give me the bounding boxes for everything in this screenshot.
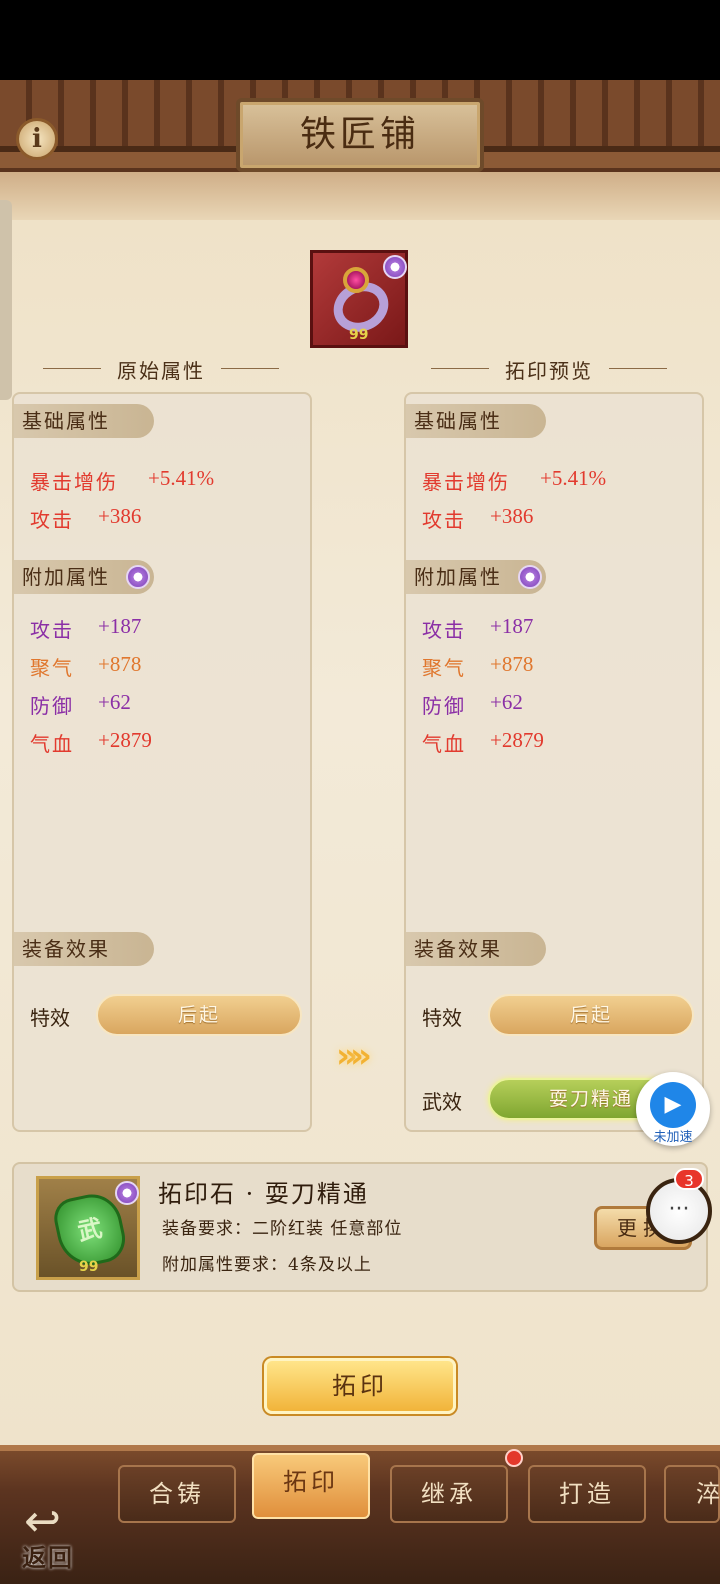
- title-plaque: 铁匠铺: [236, 98, 484, 172]
- effect-pill[interactable]: 后起: [488, 994, 694, 1036]
- stat-row: 暴击增伤 +5.41%: [30, 466, 215, 494]
- speed-float-widget[interactable]: ▶ 未加速: [636, 1072, 710, 1146]
- effect-label: 特效: [422, 1006, 462, 1030]
- chat-badge: 3: [674, 1168, 704, 1190]
- notification-dot: [505, 1449, 523, 1467]
- effect-label: 特效: [30, 1006, 70, 1030]
- equipment-item-icon[interactable]: 99: [310, 250, 408, 348]
- stat-row: 防御 +62: [30, 690, 131, 718]
- purple-diamond-icon: [126, 565, 150, 589]
- stat-row: 聚气 +878: [30, 652, 142, 680]
- bottom-tab-bar: 合铸 拓印 继承 打造 淬: [0, 1445, 720, 1584]
- tab-jicheng[interactable]: 继承: [390, 1465, 508, 1523]
- base-attributes-tag: 基础属性: [406, 404, 546, 438]
- equip-requirement: 装备要求：二阶红装 任意部位: [162, 1219, 403, 1239]
- transfer-arrows-icon: »»: [336, 1036, 372, 1076]
- item-level: 99: [349, 327, 369, 343]
- stat-row: 攻击 +187: [30, 614, 142, 642]
- purple-diamond-icon: [115, 1181, 139, 1205]
- tab-dazao[interactable]: 打造: [528, 1465, 646, 1523]
- status-bar: [0, 0, 720, 80]
- base-attributes-tag: 基础属性: [14, 404, 154, 438]
- stat-row: 气血 +2879: [30, 728, 152, 756]
- page-title: 铁匠铺: [299, 114, 420, 155]
- side-handle[interactable]: [0, 200, 12, 400]
- extra-requirement: 附加属性要求：4条及以上: [162, 1255, 372, 1275]
- stat-row: 攻击 +187: [422, 614, 534, 642]
- tab-tuoyin[interactable]: 拓印: [252, 1453, 370, 1519]
- preview-title: 拓印预览: [431, 355, 667, 384]
- imprint-stone-icon[interactable]: 武 99: [36, 1176, 140, 1280]
- equipment-effect-tag: 装备效果: [14, 932, 154, 966]
- stat-row: 聚气 +878: [422, 652, 534, 680]
- float-widget-label: 未加速: [653, 1130, 693, 1145]
- preview-panel: 基础属性 暴击增伤 +5.41% 攻击 +386 附加属性 攻击 +187 聚气 +87…: [404, 392, 704, 1132]
- gem-icon: [343, 267, 369, 293]
- stone-name: 拓印石 · 耍刀精通: [158, 1180, 369, 1208]
- header: i 铁匠铺: [0, 80, 720, 220]
- stat-row: 气血 +2879: [422, 728, 544, 756]
- stat-row: 攻击 +386: [30, 504, 142, 532]
- stone-level: 99: [79, 1259, 99, 1275]
- tab-cui[interactable]: 淬: [664, 1465, 720, 1523]
- info-icon[interactable]: i: [16, 118, 58, 160]
- play-icon: ▶: [650, 1082, 696, 1128]
- original-attributes-title: 原始属性: [43, 355, 279, 384]
- back-button[interactable]: ↩ 返回: [14, 1496, 94, 1572]
- imprint-stone-box: 武 99 拓印石 · 耍刀精通 装备要求：二阶红装 任意部位 附加属性要求：4条…: [12, 1162, 708, 1292]
- effect-pill[interactable]: 后起: [96, 994, 302, 1036]
- stat-row: 防御 +62: [422, 690, 523, 718]
- tab-hezhu[interactable]: 合铸: [118, 1465, 236, 1523]
- equipment-effect-tag: 装备效果: [406, 932, 546, 966]
- purple-diamond-icon: [383, 255, 407, 279]
- imprint-button[interactable]: 拓印: [264, 1358, 456, 1414]
- purple-diamond-icon: [518, 565, 542, 589]
- stat-row: 攻击 +386: [422, 504, 534, 532]
- stat-row: 暴击增伤 +5.41%: [422, 466, 607, 494]
- original-attributes-panel: 基础属性 暴击增伤 +5.41% 攻击 +386 附加属性 攻击 +187 聚气 +87…: [12, 392, 312, 1132]
- weapon-effect-label: 武效: [422, 1090, 462, 1114]
- back-label: 返回: [22, 1543, 74, 1572]
